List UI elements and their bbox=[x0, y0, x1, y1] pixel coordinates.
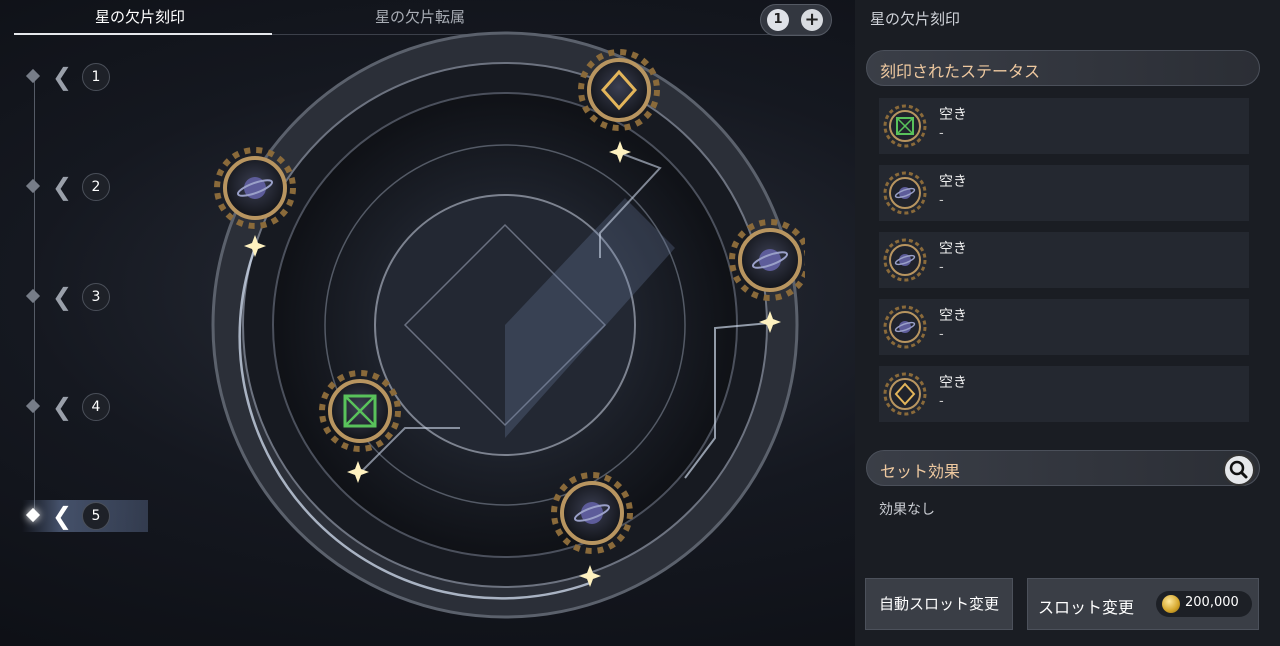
slot-item-2[interactable]: ❮ 2 bbox=[22, 171, 142, 203]
status-row[interactable]: 空き - bbox=[879, 232, 1249, 288]
chevron-left-icon: ❮ bbox=[52, 393, 73, 421]
socket-gold-rune[interactable] bbox=[578, 49, 660, 131]
status-name: 空き bbox=[939, 174, 967, 190]
planet-icon bbox=[883, 171, 927, 215]
planet-icon bbox=[883, 238, 927, 282]
status-row[interactable]: 空き - bbox=[879, 98, 1249, 154]
slot-item-3[interactable]: ❮ 3 bbox=[22, 281, 142, 313]
status-row[interactable]: 空き - bbox=[879, 299, 1249, 355]
search-button[interactable] bbox=[1223, 454, 1255, 486]
slot-number: 2 bbox=[82, 173, 110, 201]
slot-number: 1 bbox=[82, 63, 110, 91]
slot-number: 3 bbox=[82, 283, 110, 311]
socket-planet-bottom[interactable] bbox=[551, 472, 633, 554]
chevron-left-icon: ❮ bbox=[52, 502, 73, 530]
status-value: - bbox=[939, 126, 944, 141]
status-name: 空き bbox=[939, 107, 967, 123]
slot-change-label: スロット変更 bbox=[1038, 598, 1135, 617]
diamond-icon bbox=[25, 288, 41, 304]
slot-change-button[interactable]: スロット変更 200,000 bbox=[1027, 578, 1259, 630]
engrave-area: 星の欠片刻印 星の欠片転属 1 + ❮ 1 ❮ 2 ❮ 3 ❮ 4 ❮ 5 bbox=[0, 0, 855, 646]
diamond-icon bbox=[25, 178, 41, 194]
slot-item-1[interactable]: ❮ 1 bbox=[22, 61, 142, 93]
socket-green-rune[interactable] bbox=[319, 370, 401, 452]
engraved-status-title: 刻印されたステータス bbox=[880, 62, 1041, 81]
chevron-left-icon: ❮ bbox=[52, 173, 73, 201]
status-value: - bbox=[939, 394, 944, 409]
status-value: - bbox=[939, 193, 944, 208]
diamond-icon bbox=[25, 68, 41, 84]
search-icon bbox=[1229, 460, 1248, 479]
cost-pill: 200,000 bbox=[1156, 591, 1252, 617]
chevron-left-icon: ❮ bbox=[52, 63, 73, 91]
panel-title: 星の欠片刻印 bbox=[870, 10, 961, 28]
status-name: 空き bbox=[939, 375, 967, 391]
chevron-left-icon: ❮ bbox=[52, 283, 73, 311]
status-value: - bbox=[939, 260, 944, 275]
auto-slot-change-button[interactable]: 自動スロット変更 bbox=[865, 578, 1013, 630]
slot-number: 5 bbox=[82, 502, 110, 530]
engraved-status-header: 刻印されたステータス bbox=[866, 50, 1260, 86]
gold-coin-icon bbox=[1162, 595, 1180, 613]
status-row[interactable]: 空き - bbox=[879, 165, 1249, 221]
slot-number: 4 bbox=[82, 393, 110, 421]
cost-amount: 200,000 bbox=[1185, 595, 1239, 610]
slot-item-4[interactable]: ❮ 4 bbox=[22, 391, 142, 423]
status-value: - bbox=[939, 327, 944, 342]
star-wheel bbox=[211, 31, 805, 619]
status-name: 空き bbox=[939, 308, 967, 324]
diamond-icon bbox=[25, 398, 41, 414]
slot-item-5[interactable]: ❮ 5 bbox=[22, 500, 148, 532]
set-effect-header: セット効果 bbox=[866, 450, 1260, 486]
status-name: 空き bbox=[939, 241, 967, 257]
status-row[interactable]: 空き - bbox=[879, 366, 1249, 422]
green-rune-icon bbox=[883, 104, 927, 148]
right-panel: 星の欠片刻印 刻印されたステータス 空き - 空き - 空き - 空き - 空き… bbox=[855, 0, 1280, 646]
set-effect-title: セット効果 bbox=[880, 462, 961, 481]
socket-planet-left[interactable] bbox=[214, 147, 296, 229]
planet-icon bbox=[883, 305, 927, 349]
set-effect-text: 効果なし bbox=[879, 502, 935, 518]
diamond-icon bbox=[25, 507, 41, 523]
gold-rune-icon bbox=[883, 372, 927, 416]
